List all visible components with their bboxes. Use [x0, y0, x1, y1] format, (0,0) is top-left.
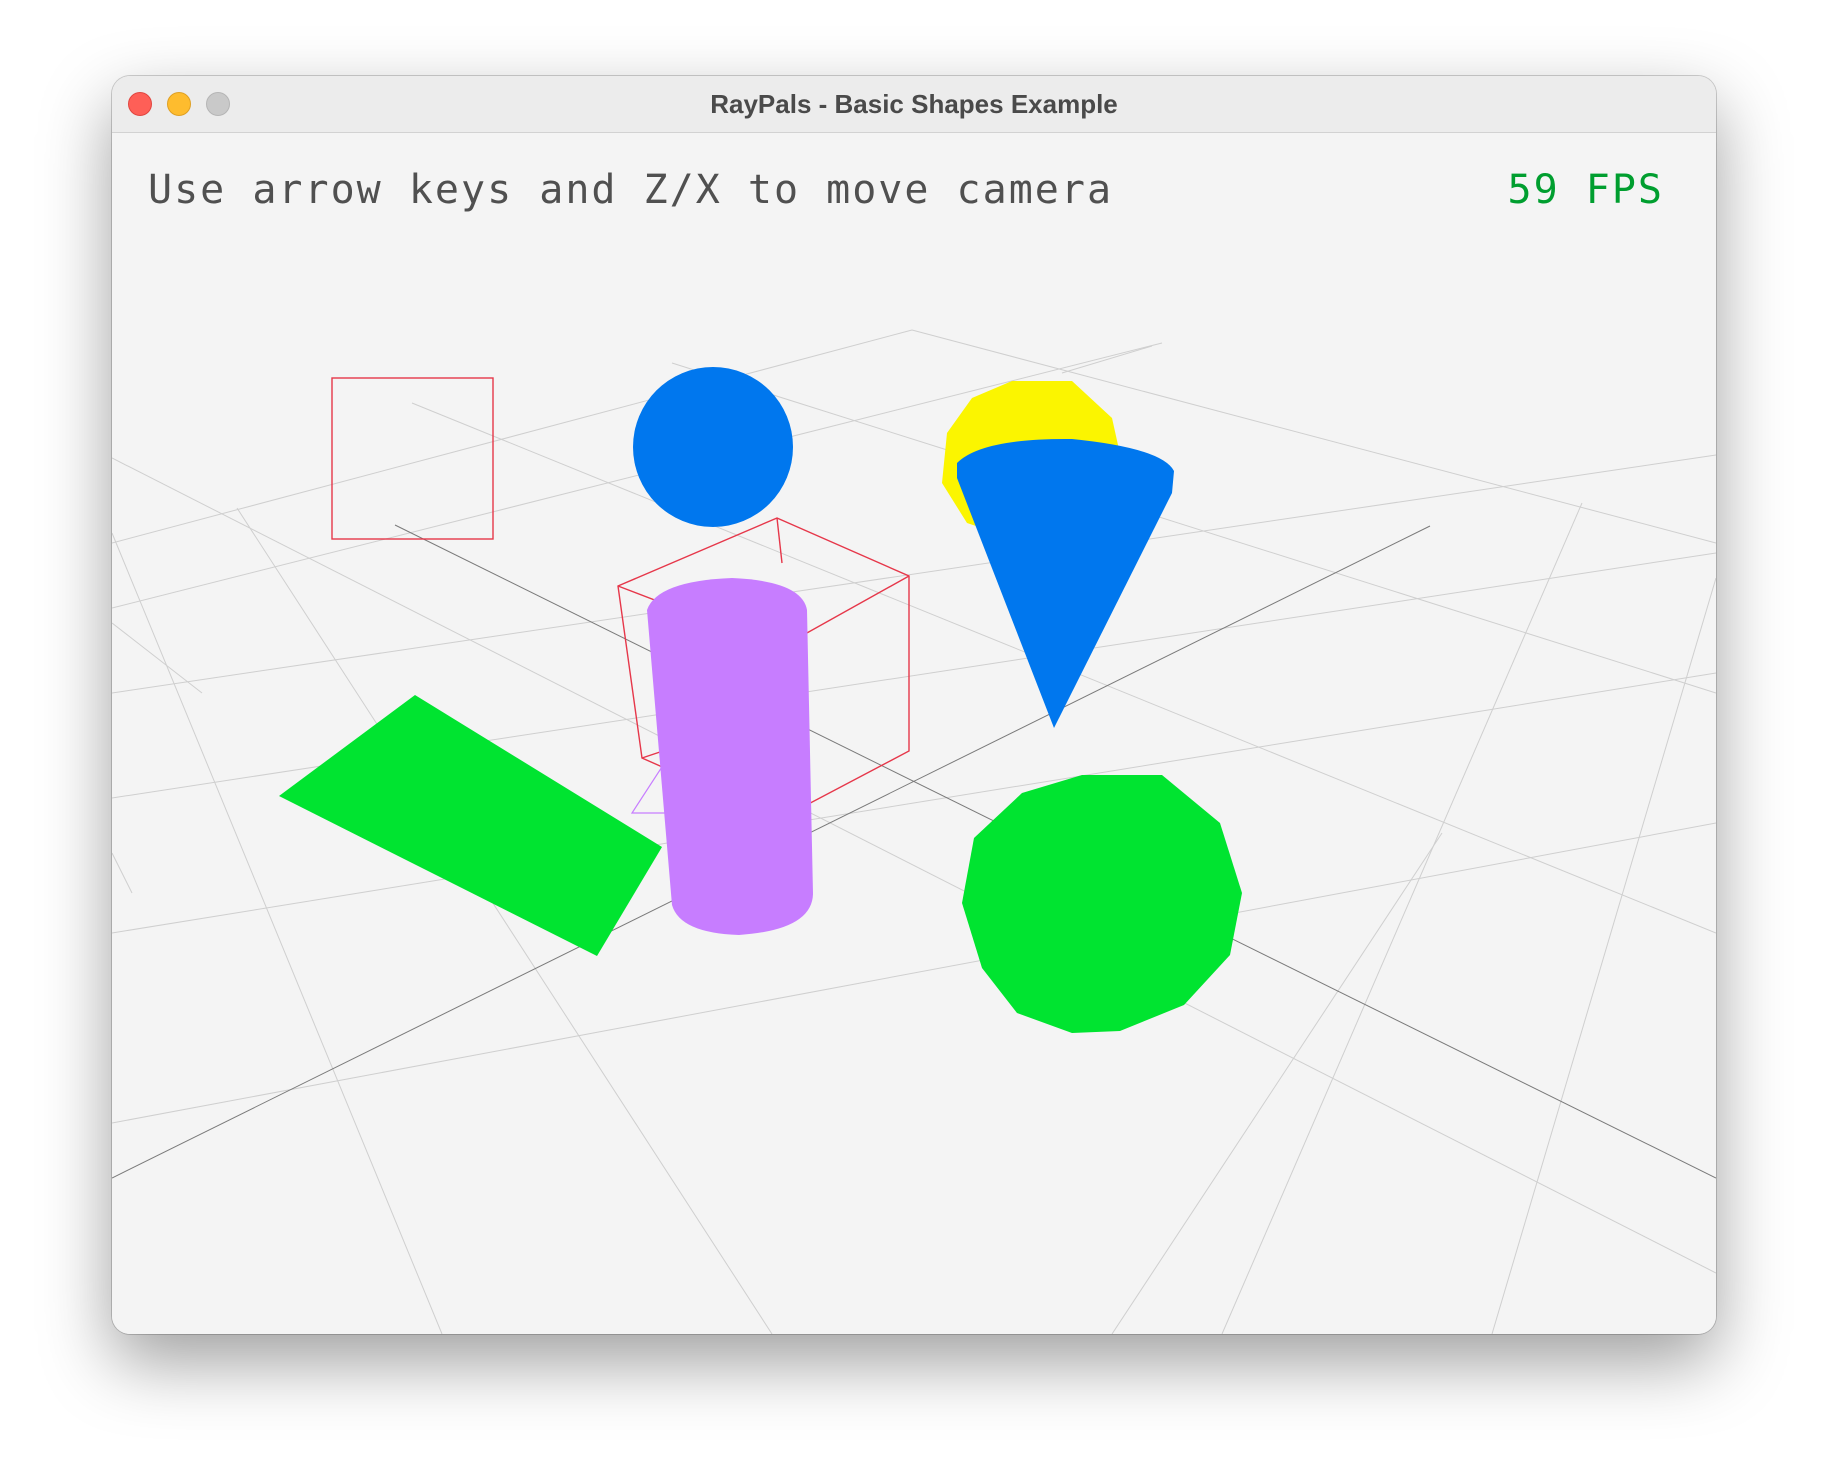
window-title: RayPals - Basic Shapes Example: [710, 89, 1118, 119]
purple-cylinder: [647, 578, 813, 935]
camera-help-text: Use arrow keys and Z/X to move camera: [148, 167, 1114, 213]
scene-canvas: [112, 329, 1716, 1334]
blue-circle: [633, 367, 793, 527]
green-sphere: [962, 775, 1242, 1033]
grid-axes: [112, 524, 1716, 1179]
fps-counter: 59 FPS: [1507, 167, 1664, 213]
wire-square: [331, 377, 494, 540]
title-bar[interactable]: RayPals - Basic Shapes Example: [112, 76, 1716, 133]
render-viewport[interactable]: Use arrow keys and Z/X to move camera 59…: [112, 133, 1716, 1334]
blue-cone: [957, 438, 1174, 728]
green-rectangle: [279, 695, 662, 956]
app-window: RayPals - Basic Shapes Example Use arrow…: [112, 76, 1716, 1334]
